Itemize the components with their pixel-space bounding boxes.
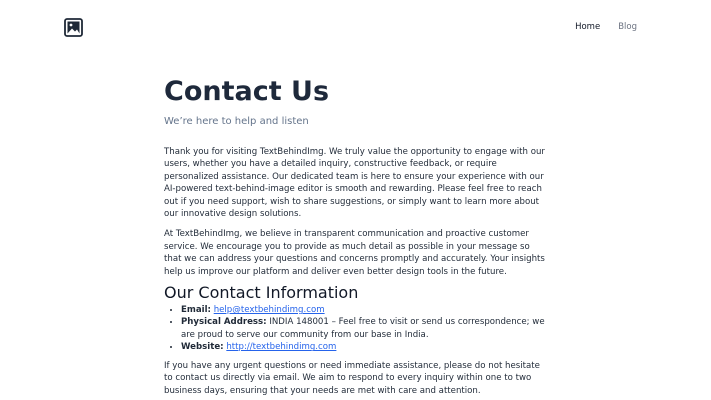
contact-heading: Our Contact Information xyxy=(164,283,359,303)
contact-website-item: Website: http://textbehindimg.com xyxy=(181,341,548,353)
page-subtitle: We’re here to help and listen xyxy=(164,116,309,127)
page-title: Contact Us xyxy=(164,76,330,107)
nav-home-link[interactable]: Home xyxy=(575,22,600,32)
contact-email-item: Email: help@textbehindimg.com xyxy=(181,304,548,316)
intro-paragraph: Thank you for visiting TextBehindImg. We… xyxy=(164,147,545,220)
address-label: Physical Address: xyxy=(181,317,267,328)
main-content: Contact Us We’re here to help and listen… xyxy=(164,74,548,397)
communication-paragraph: At TextBehindImg, we believe in transpar… xyxy=(164,229,545,277)
top-nav: Home Blog xyxy=(575,22,637,32)
email-label: Email: xyxy=(181,305,211,316)
urgent-paragraph: If you have any urgent questions or need… xyxy=(164,360,540,396)
website-link[interactable]: http://textbehindimg.com xyxy=(226,342,336,352)
image-logo-icon[interactable] xyxy=(64,18,83,37)
contact-list: Email: help@textbehindimg.com Physical A… xyxy=(164,304,548,354)
site-header: Home Blog xyxy=(0,0,711,56)
email-link[interactable]: help@textbehindimg.com xyxy=(214,305,325,315)
website-label: Website: xyxy=(181,342,224,353)
contact-address-item: Physical Address: INDIA 148001 – Feel fr… xyxy=(181,316,548,341)
nav-blog-link[interactable]: Blog xyxy=(618,22,637,32)
